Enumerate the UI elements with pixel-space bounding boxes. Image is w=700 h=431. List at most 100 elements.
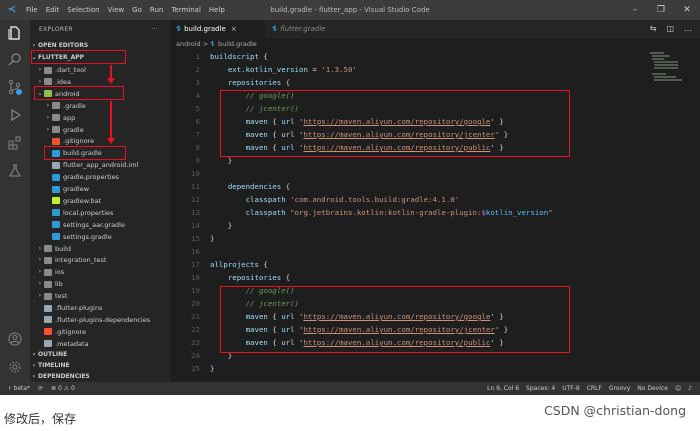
sync-icon[interactable]: ⟳ — [38, 382, 43, 395]
problems-status[interactable]: ⊗ 0 ⚠ 0 — [51, 382, 75, 395]
split-editor-icon[interactable]: ◫ — [666, 20, 674, 38]
line-number: 8 — [195, 143, 200, 152]
tree-item[interactable]: › .dart_tool — [30, 64, 170, 76]
annotation-arrow-down-icon — [107, 101, 115, 144]
line-number: 14 — [191, 221, 200, 230]
tree-item[interactable]: .flutter-plugins — [30, 302, 170, 314]
line-number: 6 — [195, 117, 200, 126]
line-number: 1 — [195, 52, 200, 61]
feedback-icon[interactable]: ☺ — [675, 382, 681, 395]
folder-icon — [44, 292, 52, 300]
line-number: 17 — [191, 260, 200, 269]
gradle-file-icon — [52, 221, 60, 229]
folder-icon — [52, 102, 60, 110]
close-tab-icon[interactable]: × — [231, 25, 237, 33]
highlight-box-build-gradle — [44, 146, 126, 160]
tree-item[interactable]: › build — [30, 243, 170, 255]
menu-item-help[interactable]: Help — [209, 6, 225, 14]
cursor-position[interactable]: Ln 9, Col 6 — [487, 382, 519, 395]
tree-item-label: .gitignore — [55, 327, 87, 336]
close-window-icon[interactable]: ✕ — [674, 0, 700, 20]
tree-item[interactable]: gradlew.bat — [30, 195, 170, 207]
indentation-status[interactable]: Spaces: 4 — [526, 382, 555, 395]
more-icon[interactable]: … — [684, 20, 692, 38]
menu-item-edit[interactable]: Edit — [46, 6, 60, 14]
search-icon[interactable] — [0, 48, 30, 70]
minimize-icon[interactable]: – — [622, 0, 648, 20]
vertical-scrollbar[interactable] — [690, 50, 700, 382]
menu-item-terminal[interactable]: Terminal — [171, 6, 201, 14]
code-line: 15} — [170, 232, 630, 245]
tree-item[interactable]: local.properties — [30, 207, 170, 219]
settings-gear-icon[interactable] — [0, 356, 30, 378]
tree-item[interactable]: › lib — [30, 278, 170, 290]
more-actions-icon[interactable]: ··· — [151, 20, 158, 40]
menu-item-go[interactable]: Go — [132, 6, 142, 14]
explorer-icon[interactable] — [0, 22, 30, 44]
menu-item-selection[interactable]: Selection — [67, 6, 99, 14]
tree-item[interactable]: › ios — [30, 266, 170, 278]
tree-item[interactable]: gradlew — [30, 183, 170, 195]
tree-item[interactable]: › app — [30, 112, 170, 124]
testing-icon[interactable] — [0, 160, 30, 182]
extensions-icon[interactable] — [0, 132, 30, 154]
tree-item-label: .dart_tool — [55, 66, 86, 74]
tree-item[interactable]: › gradle — [30, 124, 170, 136]
tree-item[interactable]: .flutter-plugins-dependencies — [30, 314, 170, 326]
tab-build-gradle[interactable]: ⥮ build.gradle × — [170, 20, 265, 38]
tree-item[interactable]: .metadata — [30, 338, 170, 350]
branch-status[interactable]: ᚼ beta* — [8, 382, 30, 395]
folder-icon — [44, 268, 52, 276]
tree-item[interactable]: › .gradle — [30, 100, 170, 112]
line-number: 19 — [191, 286, 200, 295]
code-line: 1 buildscript { — [170, 50, 630, 63]
chevron-right-icon: › — [46, 101, 50, 109]
breadcrumb: android > ⥮ build.gradle — [170, 38, 700, 50]
code-editor[interactable]: 1 buildscript {2 ext.kotlin_version = '1.… — [170, 50, 700, 382]
tree-item[interactable]: settings_aar.gradle — [30, 219, 170, 231]
tree-item-label: .flutter-plugins-dependencies — [55, 315, 151, 324]
chevron-right-icon: › — [38, 292, 42, 300]
tree-item[interactable]: flutter_app_android.iml — [30, 159, 170, 171]
code-line: 11 dependencies { — [170, 180, 630, 193]
compare-icon[interactable]: ⇆ — [650, 20, 657, 38]
code-line: 12 classpath 'com.android.tools.build:gr… — [170, 193, 630, 206]
menu-item-run[interactable]: Run — [150, 6, 163, 14]
line-code: classpath 'com.android.tools.build:gradl… — [245, 195, 460, 204]
tree-item[interactable]: › integration_test — [30, 254, 170, 266]
tab-flutter-gradle[interactable]: ⥮ flutter.gradle — [266, 20, 356, 38]
menu-item-view[interactable]: View — [108, 6, 125, 14]
line-code: } — [210, 364, 215, 373]
code-line: 14 } — [170, 219, 630, 232]
chevron-right-icon: › — [38, 280, 42, 288]
breadcrumb-separator: > — [202, 40, 209, 48]
encoding-status[interactable]: UTF-8 — [562, 382, 580, 395]
breadcrumb-file[interactable]: build.gradle — [218, 40, 257, 48]
tree-item[interactable]: settings.gradle — [30, 231, 170, 243]
maximize-icon[interactable]: ❐ — [648, 0, 674, 20]
line-number: 7 — [195, 130, 200, 139]
vscode-logo-icon: ≺ — [7, 4, 17, 15]
tree-item-label: gradlew — [63, 185, 90, 193]
breadcrumb-folder[interactable]: android — [176, 40, 201, 48]
notifications-bell-icon[interactable]: ♪ — [688, 382, 692, 395]
line-code: ext.kotlin_version = '1.3.50' — [227, 65, 357, 74]
menu-item-file[interactable]: File — [26, 6, 38, 14]
line-number: 21 — [191, 312, 200, 321]
account-icon[interactable] — [0, 328, 30, 350]
folder-icon — [44, 245, 52, 252]
tree-item[interactable]: .gitignore — [30, 326, 170, 338]
line-number: 22 — [191, 325, 200, 334]
minimap[interactable] — [650, 50, 690, 110]
run-debug-icon[interactable] — [0, 104, 30, 126]
device-status[interactable]: No Device — [637, 382, 668, 395]
highlight-box-buildscript-repos — [220, 90, 570, 157]
eol-status[interactable]: CRLF — [587, 382, 602, 395]
language-mode[interactable]: Groovy — [609, 382, 630, 395]
tree-item[interactable]: › test — [30, 290, 170, 302]
tree-item[interactable]: gradle.properties — [30, 171, 170, 183]
source-control-icon[interactable] — [0, 76, 30, 98]
git-file-icon — [52, 137, 60, 145]
bat-file-icon — [52, 197, 60, 205]
branch-label: beta* — [13, 385, 31, 392]
